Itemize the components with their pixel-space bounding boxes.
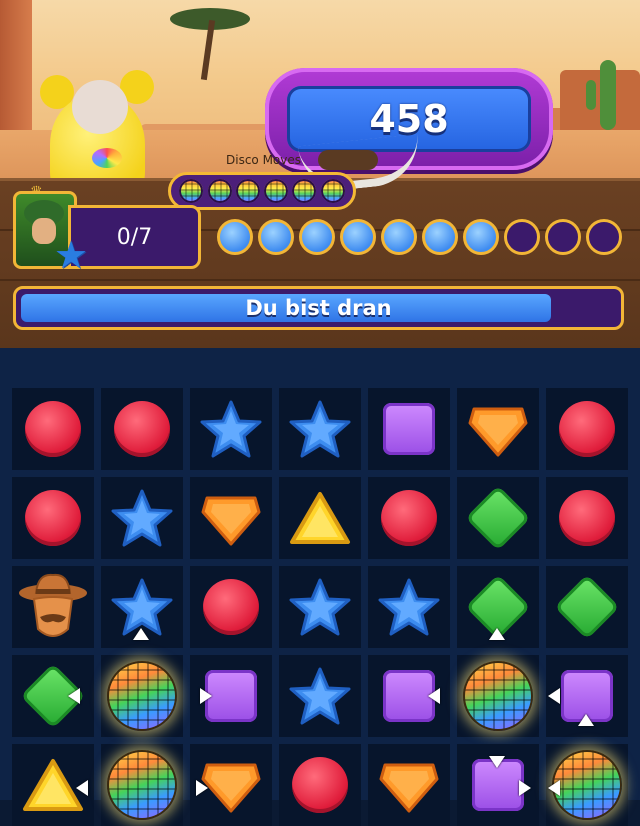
red-gem-icon	[25, 401, 81, 457]
bear-face	[72, 80, 128, 134]
longhorn-center	[318, 150, 378, 170]
blue-gem-icon	[377, 577, 441, 637]
cactus	[586, 80, 596, 110]
arrow-left-icon	[548, 688, 560, 704]
arrow-right-icon	[200, 688, 212, 704]
disco-gem-icon	[107, 750, 177, 820]
arrow-up-icon	[489, 628, 505, 640]
board-cell[interactable]	[101, 477, 183, 559]
disco-charge-icon	[207, 179, 232, 203]
arrow-left-icon	[548, 780, 560, 796]
disco-gem-icon	[107, 661, 177, 731]
board-cell[interactable]	[279, 477, 361, 559]
blue-gem-icon	[288, 399, 352, 459]
board-cell[interactable]	[546, 566, 628, 648]
move-dot	[504, 219, 540, 255]
arrow-left-icon	[76, 780, 88, 796]
arrow-right-icon	[196, 780, 208, 796]
board-cell[interactable]	[457, 388, 539, 470]
move-dot	[258, 219, 294, 255]
disco-gem-icon	[552, 750, 622, 820]
board-cell[interactable]	[279, 388, 361, 470]
star-badge-icon: ★	[53, 233, 89, 277]
red-gem-icon	[25, 490, 81, 546]
move-dot	[422, 219, 458, 255]
board-cell[interactable]	[368, 388, 450, 470]
board-cell[interactable]	[12, 388, 94, 470]
disco-gem-icon	[463, 661, 533, 731]
move-dot	[217, 219, 253, 255]
disco-moves-meter	[168, 172, 356, 210]
cowboy-gem-icon	[18, 569, 88, 645]
cactus	[600, 60, 616, 130]
board-cell[interactable]	[457, 477, 539, 559]
move-dot	[340, 219, 376, 255]
purple-gem-icon	[383, 403, 435, 455]
arrow-up-icon	[578, 714, 594, 726]
turn-bar: Du bist dran	[13, 286, 624, 330]
board-cell[interactable]	[190, 388, 272, 470]
turn-text: Du bist dran	[245, 296, 392, 320]
board-cell[interactable]	[368, 566, 450, 648]
game-board	[0, 348, 640, 826]
board-cell[interactable]	[12, 655, 94, 737]
board-cell[interactable]	[190, 566, 272, 648]
disco-charge-icon	[179, 179, 204, 203]
board-cell[interactable]	[101, 744, 183, 826]
blue-gem-icon	[110, 488, 174, 548]
move-dot	[299, 219, 335, 255]
arrow-right-icon	[519, 780, 531, 796]
board-cell[interactable]	[279, 655, 361, 737]
orange-gem-icon	[377, 755, 441, 815]
move-dot	[381, 219, 417, 255]
yellow-gem-icon	[288, 488, 352, 548]
red-gem-icon	[114, 401, 170, 457]
red-gem-icon	[203, 579, 259, 635]
board-cell[interactable]	[546, 388, 628, 470]
disco-charge-icon	[292, 179, 317, 203]
blue-gem-icon	[288, 666, 352, 726]
board-cell[interactable]	[101, 388, 183, 470]
disco-moves-label: Disco Moves	[226, 153, 302, 167]
purple-gem-icon	[205, 670, 257, 722]
board-cell[interactable]	[101, 655, 183, 737]
green-gem-icon	[554, 574, 620, 640]
board-cell[interactable]	[368, 744, 450, 826]
board-cell[interactable]	[279, 744, 361, 826]
blue-gem-icon	[199, 399, 263, 459]
board-cell[interactable]	[12, 566, 94, 648]
move-dot	[545, 219, 581, 255]
board-cell[interactable]	[368, 477, 450, 559]
plank-line	[0, 279, 640, 281]
board-cell[interactable]	[279, 566, 361, 648]
disco-charge-icon	[320, 179, 345, 203]
move-dot	[463, 219, 499, 255]
green-gem-icon	[465, 485, 531, 551]
red-gem-icon	[292, 757, 348, 813]
red-gem-icon	[381, 490, 437, 546]
board-cell[interactable]	[546, 477, 628, 559]
board-cell[interactable]	[12, 477, 94, 559]
orange-gem-icon	[199, 755, 263, 815]
disco-charge-icon	[264, 179, 289, 203]
arrow-down-icon	[489, 756, 505, 768]
move-dot	[586, 219, 622, 255]
board-cell[interactable]	[190, 477, 272, 559]
arrow-up-icon	[133, 628, 149, 640]
arrow-left-icon	[428, 688, 440, 704]
rainbow-belly-icon	[92, 148, 122, 168]
orange-gem-icon	[199, 488, 263, 548]
board-cell[interactable]	[457, 655, 539, 737]
red-gem-icon	[559, 490, 615, 546]
orange-gem-icon	[466, 399, 530, 459]
moves-indicator	[217, 219, 622, 257]
blue-gem-icon	[288, 577, 352, 637]
red-gem-icon	[559, 401, 615, 457]
disco-charge-icon	[235, 179, 260, 203]
arrow-left-icon	[68, 688, 80, 704]
player-progress: 0/7	[116, 224, 153, 250]
